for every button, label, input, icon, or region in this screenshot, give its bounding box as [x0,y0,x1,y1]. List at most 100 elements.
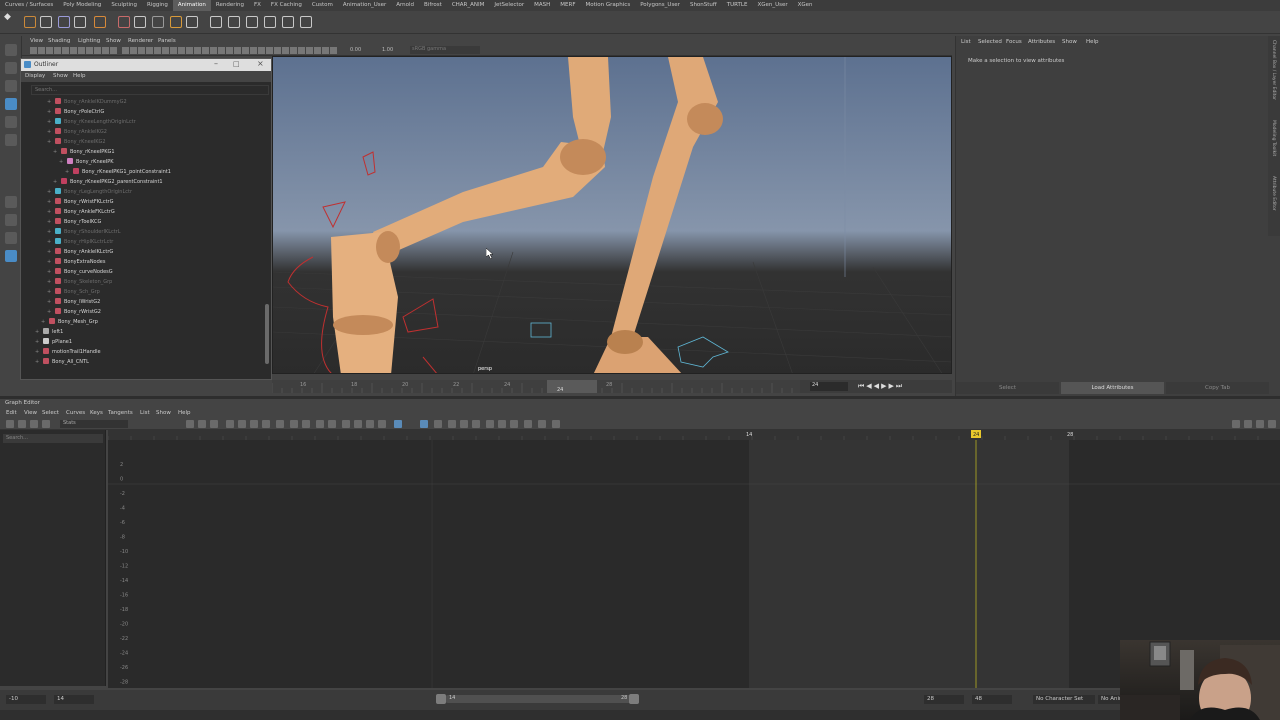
viewport-tool-icon[interactable] [138,47,145,54]
scene-start-field[interactable]: -10 [6,695,46,704]
move-tool-icon[interactable] [5,98,17,110]
viewport-tool-icon[interactable] [70,47,77,54]
outliner-row[interactable]: + Bony_rWristG2 [47,307,101,317]
outliner-row[interactable]: + Bony_rAnkleIKLctrG [47,247,113,257]
outliner-row[interactable]: + Bony_rWristFKLctrG [47,197,113,207]
shelf-tab[interactable]: MASH [529,0,555,11]
viewport-tool-icon[interactable] [322,47,329,54]
colorspace-dropdown[interactable]: sRGB gamma [410,46,480,54]
shelf-tool-icon[interactable] [186,16,198,28]
viewport-tool-icon[interactable] [62,47,69,54]
shelf-tab[interactable]: XGen [793,0,818,11]
outliner-row[interactable]: + Bony_All_CNTL [35,357,89,367]
graph-tool-icon[interactable] [378,420,386,428]
expand-icon[interactable]: + [53,177,58,187]
viewport-tool-icon[interactable] [154,47,161,54]
outliner-row[interactable]: + Bony_rKneeIPKG1 [53,147,115,157]
graph-tool-icon[interactable] [354,420,362,428]
graph-tool-icon[interactable] [460,420,468,428]
viewport-menu-item[interactable]: Shading [48,38,70,44]
viewport-tool-icon[interactable] [122,47,129,54]
outliner-row[interactable]: + Bony_rToeIKCG [47,217,101,227]
maximize-icon[interactable]: □ [233,60,240,68]
expand-icon[interactable]: + [47,117,52,127]
expand-icon[interactable]: + [47,247,52,257]
shelf-tab[interactable]: Custom [307,0,338,11]
expand-icon[interactable]: + [47,197,52,207]
graph-tool-icon[interactable] [226,420,234,428]
graph-menu-item[interactable]: List [140,410,150,416]
graph-tool-icon[interactable] [328,420,336,428]
outliner-row[interactable]: + Bony_Sch_Grp [47,287,100,297]
graph-menu-item[interactable]: Show [156,410,171,416]
scale-tool-icon[interactable] [5,134,17,146]
shelf-tab[interactable]: Arnold [391,0,419,11]
expand-icon[interactable]: + [53,147,58,157]
viewport-tool-icon[interactable] [30,47,37,54]
layout-outliner-icon[interactable] [5,250,17,262]
graph-tool-icon[interactable] [316,420,324,428]
playback-end-field[interactable]: 28 [924,695,964,704]
graph-tool-icon[interactable] [18,420,26,428]
minimize-icon[interactable]: – [214,59,218,68]
shelf-tab[interactable]: Rigging [142,0,173,11]
graph-menu-item[interactable]: Tangents [108,410,133,416]
graph-tool-icon[interactable] [524,420,532,428]
shelf-tool-icon[interactable] [58,16,70,28]
viewport-tool-icon[interactable] [290,47,297,54]
stats-field[interactable]: Stats [60,420,128,428]
viewport-tool-icon[interactable] [38,47,45,54]
expand-icon[interactable]: + [47,127,52,137]
lasso-tool-icon[interactable] [5,62,17,74]
exposure-field[interactable]: 0.00 [350,47,361,53]
shelf-tab[interactable]: Polygons_User [635,0,685,11]
side-tab[interactable]: Attribute Editor [1271,176,1276,211]
graph-tool-icon[interactable] [290,420,298,428]
viewport-tool-icon[interactable] [298,47,305,54]
outliner-row[interactable]: + Bony_rAnkleIKDummyG2 [47,97,127,107]
current-frame-field[interactable]: 24 [810,382,848,391]
outliner-row[interactable]: + Bony_curveNodesG [47,267,113,277]
viewport-tool-icon[interactable] [314,47,321,54]
expand-icon[interactable]: + [47,307,52,317]
scene-end-field[interactable]: 48 [972,695,1012,704]
shelf-tab[interactable]: Bifrost [419,0,447,11]
graph-tool-icon[interactable] [366,420,374,428]
outliner-row[interactable]: + Bony_rKneeIPKG2_parentConstraint1 [53,177,163,187]
shelf-tool-icon[interactable] [74,16,86,28]
graph-tool-icon[interactable] [552,420,560,428]
viewport-tool-icon[interactable] [186,47,193,54]
layout-two-icon[interactable] [5,232,17,244]
shelf-tab[interactable]: CHAR_ANIM [447,0,490,11]
viewport-tool-icon[interactable] [218,47,225,54]
shelf-tab[interactable]: Curves / Surfaces [0,0,58,11]
expand-icon[interactable]: + [47,227,52,237]
shelf-tab[interactable]: Animation_User [338,0,391,11]
outliner-menu-item[interactable]: Show [53,73,68,79]
graph-tool-icon[interactable] [538,420,546,428]
viewport-tool-icon[interactable] [226,47,233,54]
shelf-tab[interactable]: FX Caching [266,0,307,11]
graph-tool-icon[interactable] [448,420,456,428]
shelf-tool-icon[interactable] [228,16,240,28]
side-tab[interactable]: Modeling Toolkit [1271,120,1276,156]
close-icon[interactable]: × [257,59,264,68]
viewport-tool-icon[interactable] [110,47,117,54]
outliner-row[interactable]: + Bony_rHipIKLctrLctr [47,237,113,247]
viewport-tool-icon[interactable] [202,47,209,54]
layout-four-icon[interactable] [5,214,17,226]
viewport-tool-icon[interactable] [130,47,137,54]
viewport-tool-icon[interactable] [94,47,101,54]
outliner-row[interactable]: + pPlane1 [35,337,72,347]
shelf-tab[interactable]: Poly Modeling [58,0,106,11]
graph-tool-icon[interactable] [472,420,480,428]
outliner-scrollbar[interactable] [265,304,269,364]
viewport-tool-icon[interactable] [242,47,249,54]
shelf-tab[interactable]: Motion Graphics [581,0,636,11]
shelf-tab[interactable]: FX [249,0,266,11]
graph-tool-icon[interactable] [342,420,350,428]
graph-tool-icon[interactable] [250,420,258,428]
graph-tool-icon[interactable] [394,420,402,428]
attribute-button[interactable]: Select [956,382,1059,394]
viewport-tool-icon[interactable] [234,47,241,54]
